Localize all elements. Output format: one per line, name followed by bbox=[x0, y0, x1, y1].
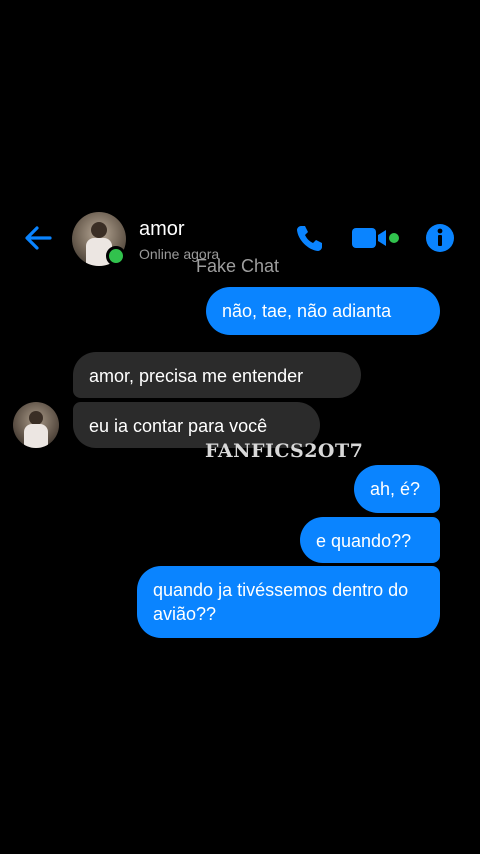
message-bubble-outgoing[interactable]: quando ja tivéssemos dentro do avião?? bbox=[137, 566, 440, 638]
message-bubble-outgoing[interactable]: não, tae, não adianta bbox=[206, 287, 440, 335]
online-indicator bbox=[106, 246, 126, 266]
message-bubble-outgoing[interactable]: e quando?? bbox=[300, 517, 440, 563]
message-bubble-incoming[interactable]: amor, precisa me entender bbox=[73, 352, 361, 398]
chat-header: amor Online agora Fake Chat bbox=[0, 208, 480, 276]
contact-avatar-small[interactable] bbox=[13, 402, 59, 448]
video-call-icon[interactable] bbox=[350, 222, 402, 254]
contact-avatar[interactable] bbox=[72, 212, 126, 266]
message-bubble-outgoing[interactable]: ah, é? bbox=[354, 465, 440, 513]
back-arrow-icon[interactable] bbox=[22, 222, 54, 254]
contact-name[interactable]: amor bbox=[139, 218, 185, 241]
info-icon[interactable] bbox=[424, 222, 456, 254]
fake-chat-watermark: Fake Chat bbox=[196, 256, 280, 276]
fanfics-watermark: FANFICS2OT7 bbox=[205, 440, 364, 462]
phone-icon[interactable] bbox=[294, 222, 326, 254]
